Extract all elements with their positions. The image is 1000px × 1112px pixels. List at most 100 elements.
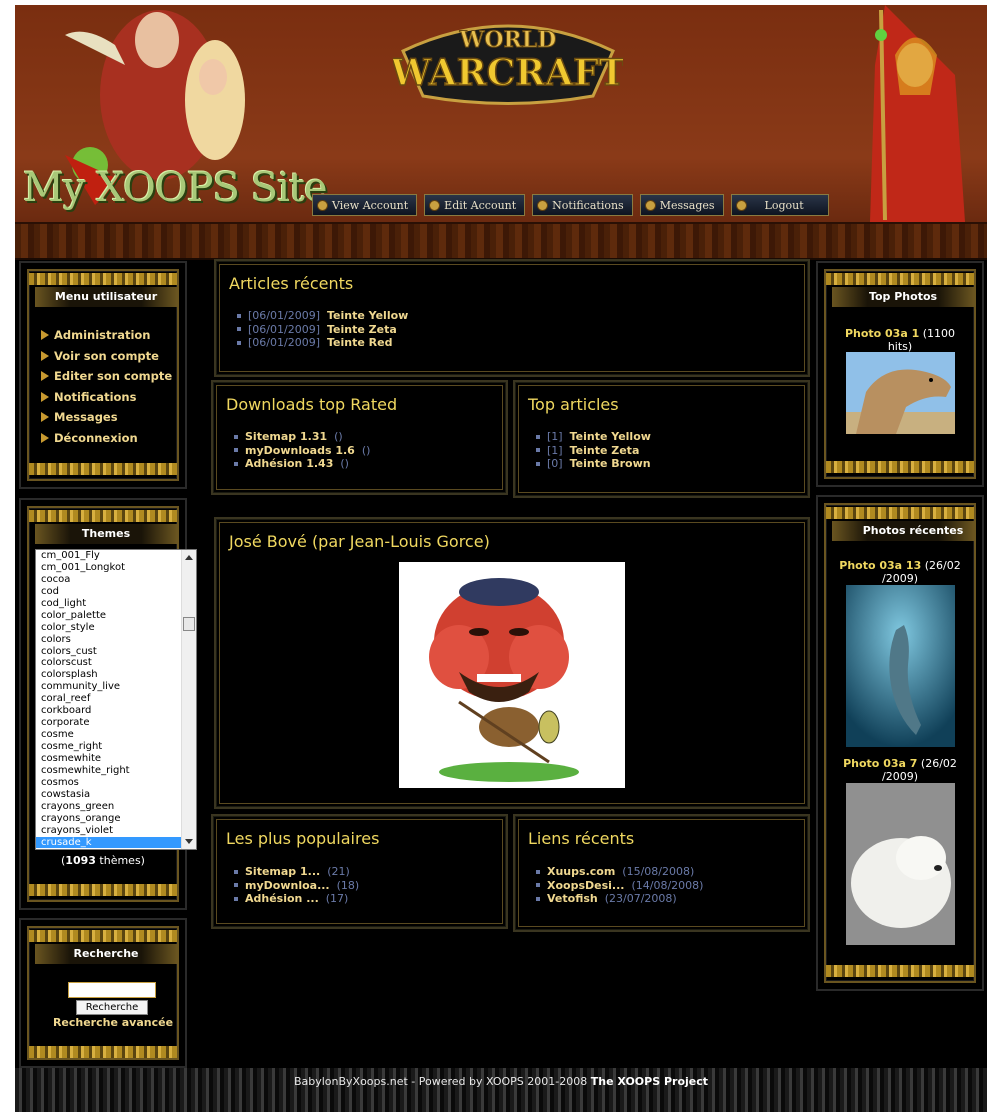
theme-option[interactable]: colors_cust	[36, 646, 181, 658]
themes-title: Themes	[35, 524, 177, 544]
recent-links-list: Xuups.com (15/08/2008) XoopsDesi... (14/08…	[536, 865, 703, 906]
edit-account-button[interactable]: Edit Account	[424, 194, 526, 216]
arrow-icon	[41, 412, 49, 423]
advanced-search-link[interactable]: Recherche avancée	[29, 1016, 197, 1029]
xoops-project-link[interactable]: The XOOPS Project	[591, 1075, 708, 1088]
list-item[interactable]: myDownloads 1.6()	[234, 444, 370, 458]
downloads-top-title: Downloads top Rated	[226, 395, 398, 414]
notifications-button[interactable]: Notifications	[532, 194, 633, 216]
theme-option[interactable]: community_live	[36, 681, 181, 693]
theme-option[interactable]: cm_001_Fly	[36, 550, 181, 562]
list-item[interactable]: [1] Teinte Yellow	[536, 430, 651, 444]
downloads-top-block: Downloads top Rated Sitemap 1.31() myDow…	[211, 380, 508, 495]
site-header: WORLD WARCRAFT My XOOPS Site View Accoun…	[15, 5, 987, 260]
list-item[interactable]: [06/01/2009] Teinte Red	[237, 336, 408, 350]
theme-option[interactable]: cosmewhite	[36, 753, 181, 765]
list-item[interactable]: [1] Teinte Zeta	[536, 444, 651, 458]
recent-articles-block: Articles récents [06/01/2009] Teinte Yell…	[214, 259, 810, 377]
theme-option[interactable]: crayons_violet	[36, 825, 181, 837]
shield-icon	[644, 199, 656, 211]
theme-option[interactable]: cocoa	[36, 574, 181, 586]
shield-icon	[429, 199, 441, 211]
recent-articles-list: [06/01/2009] Teinte Yellow [06/01/2009] Te…	[237, 309, 408, 350]
camel-photo[interactable]	[846, 352, 955, 434]
theme-select-list[interactable]: cm_001_Fly cm_001_Longkot cocoa cod cod_ligh…	[35, 549, 197, 850]
shield-icon	[735, 199, 747, 211]
theme-option[interactable]: cosmos	[36, 777, 181, 789]
theme-option[interactable]: colors	[36, 634, 181, 646]
feature-title: José Bové (par Jean-Louis Gorce)	[229, 532, 490, 551]
top-articles-title: Top articles	[528, 395, 619, 414]
theme-option[interactable]: crusade_k	[36, 836, 181, 849]
search-title: Recherche	[35, 944, 177, 964]
user-menu-list: Administration Voir son compte Editer so…	[41, 325, 172, 448]
popular-title: Les plus populaires	[226, 829, 380, 848]
theme-option[interactable]: cod	[36, 586, 181, 598]
logout-button[interactable]: Logout	[730, 194, 829, 216]
top-photos-block: Top Photos Photo 03a 1 (1100 hits)	[816, 261, 984, 487]
recent-articles-title: Articles récents	[229, 274, 354, 293]
search-button[interactable]: Recherche	[76, 1000, 148, 1015]
menu-item-edit-account[interactable]: Editer son compte	[41, 366, 172, 387]
top-photos-title: Top Photos	[832, 287, 974, 307]
theme-option[interactable]: colorscust	[36, 657, 181, 669]
list-item[interactable]: Xuups.com (15/08/2008)	[536, 865, 703, 879]
page: WORLD WARCRAFT My XOOPS Site View Accoun…	[15, 5, 987, 1112]
view-account-button[interactable]: View Account	[312, 194, 418, 216]
menu-item-view-account[interactable]: Voir son compte	[41, 346, 172, 367]
top-nav: View Account Edit Account Notifications …	[312, 194, 829, 216]
photo-caption: Photo 03a 1 (1100 hits)	[844, 327, 956, 353]
list-item[interactable]: myDownloa... (18)	[234, 879, 359, 893]
list-item[interactable]: [0] Teinte Brown	[536, 457, 651, 471]
recent-links-block: Liens récents Xuups.com (15/08/2008) Xoop…	[513, 814, 810, 932]
list-item[interactable]: Adhésion 1.43()	[234, 457, 370, 471]
list-item[interactable]: Sitemap 1.31()	[234, 430, 370, 444]
shield-icon	[537, 199, 549, 211]
scroll-thumb[interactable]	[183, 617, 195, 631]
menu-item-messages[interactable]: Messages	[41, 407, 172, 428]
list-item[interactable]: Sitemap 1... (21)	[234, 865, 359, 879]
arrow-icon	[41, 391, 49, 402]
theme-option[interactable]: cod_light	[36, 598, 181, 610]
logo-warcraft: WARCRAFT	[393, 52, 623, 94]
theme-option[interactable]: crayons_green	[36, 801, 181, 813]
themes-block: Themes cm_001_Fly cm_001_Longkot cocoa cod c…	[19, 498, 197, 910]
logo-world: WORLD	[459, 27, 557, 53]
theme-option[interactable]: cowstasia	[36, 789, 181, 801]
theme-count: (1093 thèmes)	[61, 854, 145, 867]
header-border	[15, 222, 987, 260]
theme-option[interactable]: corkboard	[36, 705, 181, 717]
popular-list: Sitemap 1... (21) myDownloa... (18) Adhési…	[234, 865, 359, 906]
caricature-image[interactable]	[399, 562, 625, 788]
theme-option[interactable]: coral_reef	[36, 693, 181, 705]
messages-button[interactable]: Messages	[639, 194, 724, 216]
search-input[interactable]	[68, 982, 156, 998]
theme-option[interactable]: cm_001_Longkot	[36, 562, 181, 574]
theme-option[interactable]: color_style	[36, 622, 181, 634]
theme-list-scrollbar[interactable]	[181, 550, 196, 849]
list-item[interactable]: XoopsDesi... (14/08/2008)	[536, 879, 703, 893]
theme-option[interactable]: corporate	[36, 717, 181, 729]
dolphin-photo[interactable]	[846, 585, 955, 747]
theme-option[interactable]: crayons_orange	[36, 813, 181, 825]
theme-option[interactable]: colorsplash	[36, 669, 181, 681]
theme-option[interactable]: color_palette	[36, 610, 181, 622]
list-item[interactable]: [06/01/2009] Teinte Yellow	[237, 309, 408, 323]
scroll-down-icon[interactable]	[185, 839, 193, 844]
theme-option[interactable]: cosme	[36, 729, 181, 741]
wow-logo: WORLD WARCRAFT	[393, 24, 623, 105]
list-item[interactable]: Adhésion ... (17)	[234, 892, 359, 906]
photo-caption: Photo 03a 7 (26/02 /2009)	[843, 757, 957, 783]
list-item[interactable]: [06/01/2009] Teinte Zeta	[237, 323, 408, 337]
downloads-top-list: Sitemap 1.31() myDownloads 1.6() Adhésio…	[234, 430, 370, 471]
list-item[interactable]: Vetofish (23/07/2008)	[536, 892, 703, 906]
theme-option[interactable]: cosme_right	[36, 741, 181, 753]
hero-art-right	[870, 5, 965, 222]
menu-item-administration[interactable]: Administration	[41, 325, 172, 346]
theme-option[interactable]: cosmewhite_right	[36, 765, 181, 777]
polar-bear-photo[interactable]	[846, 783, 955, 945]
scroll-up-icon[interactable]	[185, 555, 193, 560]
top-articles-block: Top articles [1] Teinte Yellow [1] Teinte …	[513, 380, 810, 498]
menu-item-logout[interactable]: Déconnexion	[41, 428, 172, 449]
menu-item-notifications[interactable]: Notifications	[41, 387, 172, 408]
